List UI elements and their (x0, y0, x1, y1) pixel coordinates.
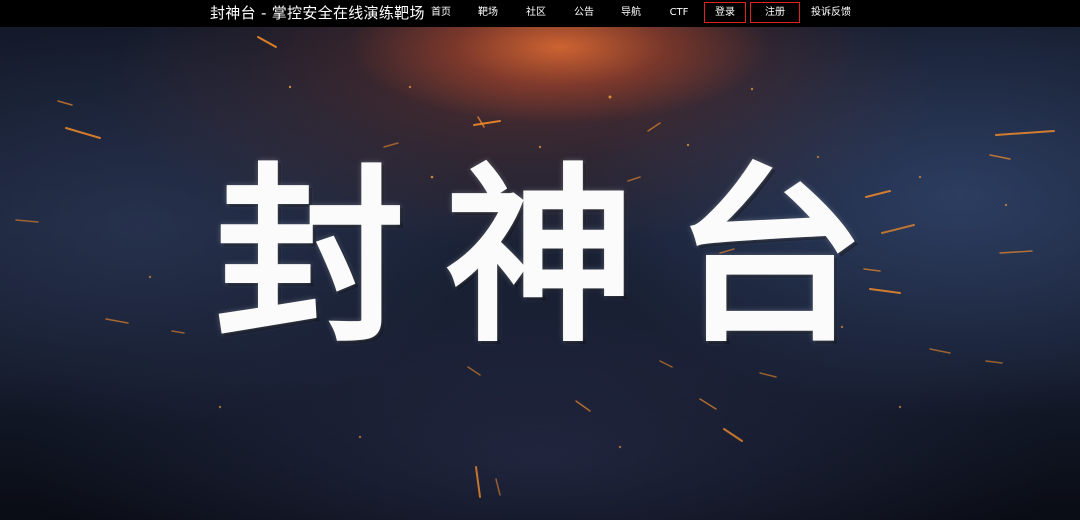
nav-announcement[interactable]: 公告 (568, 4, 600, 22)
nav-community[interactable]: 社区 (520, 4, 552, 22)
top-navbar: 封神台 - 掌控安全在线演练靶场 首页 靶场 社区 公告 导航 CTF 登录 注… (0, 0, 1080, 27)
register-button[interactable]: 注册 (750, 2, 800, 23)
hero-title: 封神台 (214, 145, 905, 368)
nav-feedback[interactable]: 投诉反馈 (806, 4, 856, 22)
nav-navigation[interactable]: 导航 (615, 4, 647, 22)
nav-home[interactable]: 首页 (425, 4, 457, 22)
login-button[interactable]: 登录 (704, 2, 746, 23)
hero-banner: 封神台 (0, 27, 1080, 520)
site-brand[interactable]: 封神台 - 掌控安全在线演练靶场 (210, 4, 425, 22)
nav-range[interactable]: 靶场 (472, 4, 504, 22)
nav-ctf[interactable]: CTF (663, 4, 695, 22)
